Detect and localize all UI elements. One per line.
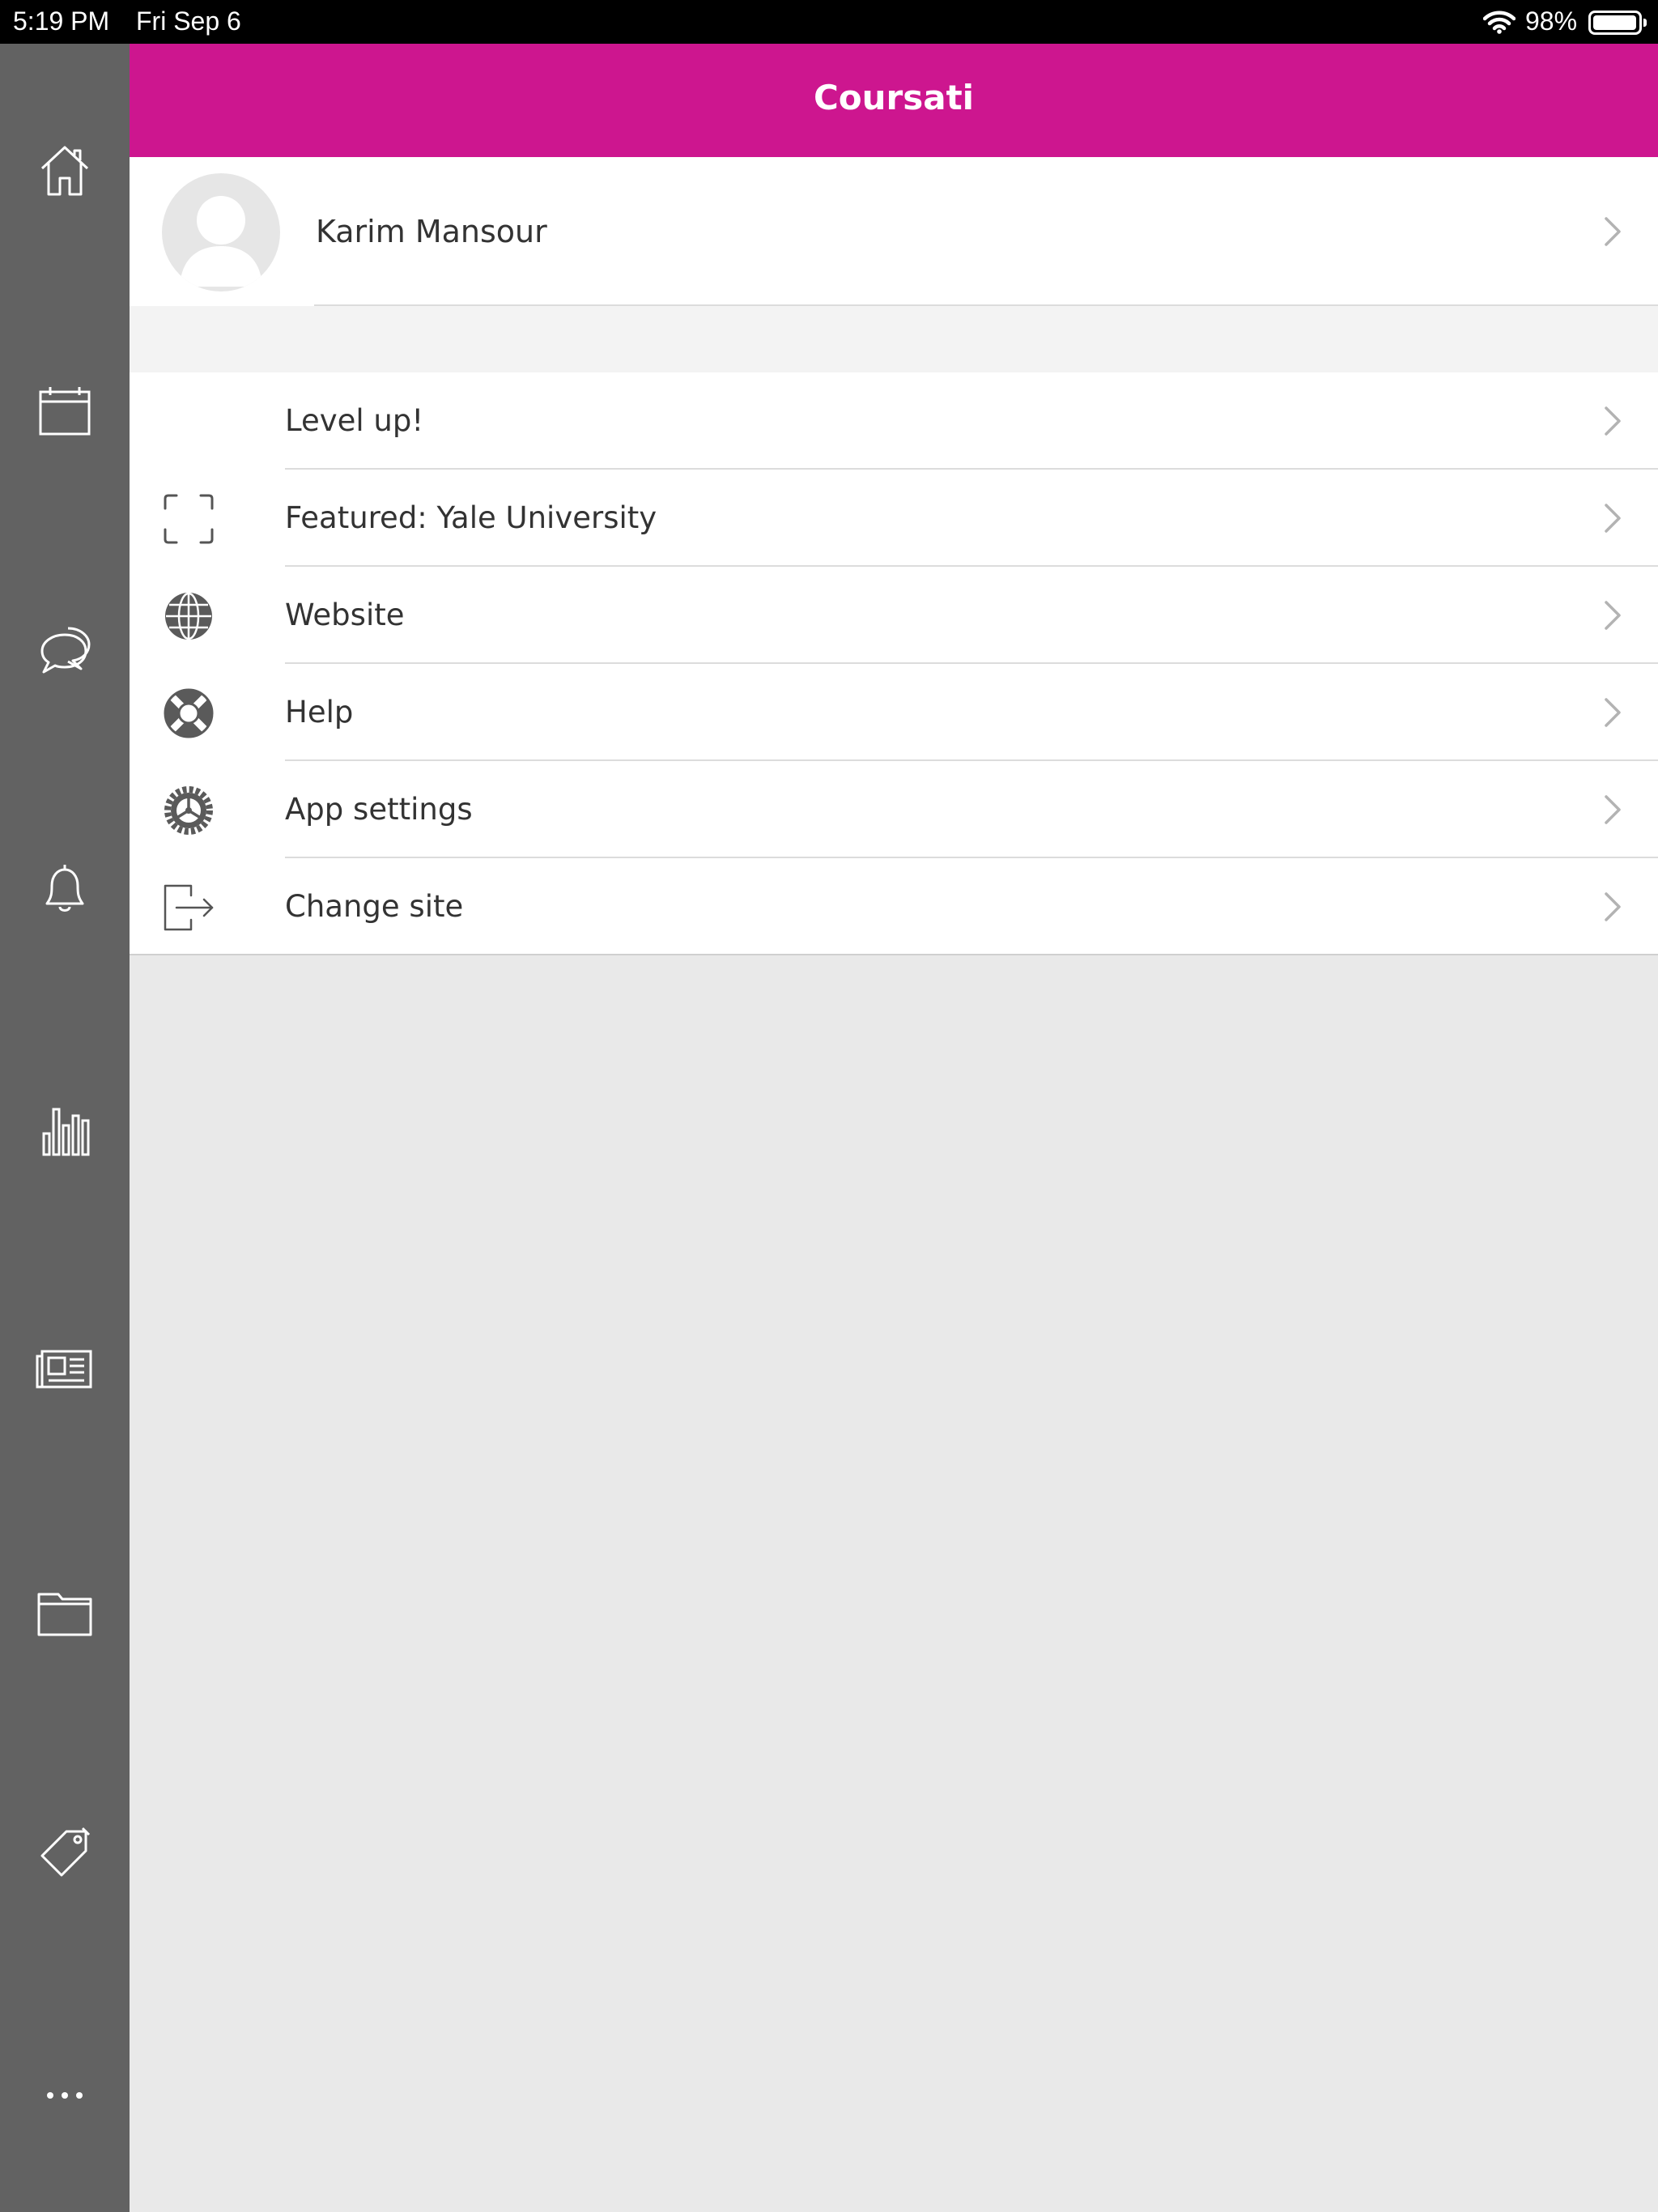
profile-name: Karim Mansour bbox=[316, 214, 547, 249]
news-icon bbox=[36, 1350, 92, 1389]
messages-icon bbox=[40, 627, 91, 674]
chevron-right-icon bbox=[1605, 698, 1621, 727]
nav-files[interactable] bbox=[0, 1547, 130, 1677]
status-time: 5:19 PM bbox=[13, 6, 110, 36]
status-bar: 5:19 PM Fri Sep 6 98% bbox=[0, 0, 1658, 44]
chevron-right-icon bbox=[1605, 795, 1621, 824]
menu-item-label: Help bbox=[285, 695, 354, 730]
menu-list: Level up! Featured: Yale University Webs… bbox=[130, 372, 1658, 955]
nav-notifications[interactable] bbox=[0, 824, 130, 954]
nav-calendar[interactable] bbox=[0, 347, 130, 476]
nav-home[interactable] bbox=[0, 105, 130, 235]
calendar-icon bbox=[39, 387, 91, 436]
home-icon bbox=[40, 146, 89, 196]
profile-row[interactable]: Karim Mansour bbox=[130, 157, 1658, 306]
scan-frame-icon bbox=[164, 494, 214, 544]
chevron-right-icon bbox=[1605, 601, 1621, 630]
chevron-right-icon bbox=[1605, 892, 1621, 921]
status-date: Fri Sep 6 bbox=[136, 6, 241, 36]
list-bottom-border bbox=[130, 954, 1658, 955]
tag-icon bbox=[40, 1827, 91, 1877]
wifi-icon bbox=[1483, 11, 1516, 34]
chevron-right-icon bbox=[1605, 504, 1621, 533]
logout-icon bbox=[164, 884, 214, 931]
menu-item-label: Level up! bbox=[285, 403, 424, 438]
menu-item-label: Featured: Yale University bbox=[285, 500, 657, 535]
menu-item-level-up[interactable]: Level up! bbox=[130, 372, 1658, 470]
menu-item-featured[interactable]: Featured: Yale University bbox=[130, 470, 1658, 567]
nav-grades[interactable] bbox=[0, 1066, 130, 1195]
battery-icon bbox=[1588, 11, 1647, 35]
nav-tags[interactable] bbox=[0, 1788, 130, 1917]
section-spacer bbox=[130, 306, 1658, 372]
battery-percent: 98% bbox=[1525, 6, 1578, 36]
chevron-right-icon bbox=[1605, 406, 1621, 436]
menu-item-label: App settings bbox=[285, 792, 473, 827]
menu-item-app-settings[interactable]: App settings bbox=[130, 761, 1658, 858]
page-title: Coursati bbox=[813, 78, 975, 117]
menu-item-change-site[interactable]: Change site bbox=[130, 858, 1658, 955]
nav-more[interactable] bbox=[0, 2031, 130, 2160]
grades-icon bbox=[42, 1108, 90, 1156]
menu-item-website[interactable]: Website bbox=[130, 567, 1658, 664]
chevron-right-icon bbox=[1605, 217, 1621, 246]
menu-item-label: Website bbox=[285, 598, 405, 632]
avatar bbox=[162, 173, 280, 291]
app-header: Coursati bbox=[130, 44, 1658, 157]
lifebuoy-icon bbox=[164, 688, 214, 738]
notifications-icon bbox=[45, 865, 84, 912]
nav-news[interactable] bbox=[0, 1304, 130, 1434]
user-placeholder-icon bbox=[180, 196, 262, 287]
folder-icon bbox=[37, 1593, 92, 1636]
more-icon bbox=[47, 2092, 83, 2099]
nav-messages[interactable] bbox=[0, 585, 130, 714]
menu-item-label: Change site bbox=[285, 889, 464, 924]
menu-item-help[interactable]: Help bbox=[130, 664, 1658, 761]
side-navigation bbox=[0, 44, 130, 2212]
gear-icon bbox=[164, 786, 213, 835]
globe-icon bbox=[165, 592, 212, 640]
